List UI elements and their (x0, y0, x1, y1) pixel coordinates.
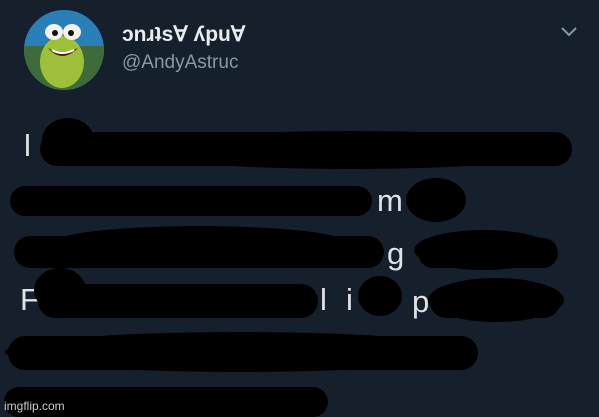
imgflip-watermark: imgflip.com (4, 399, 65, 413)
tweet-card: ɔnɹʇs∀ ʎpu∀ @AndyAstruc l m g F l i p im… (0, 0, 599, 417)
redaction-scribble (4, 118, 572, 417)
